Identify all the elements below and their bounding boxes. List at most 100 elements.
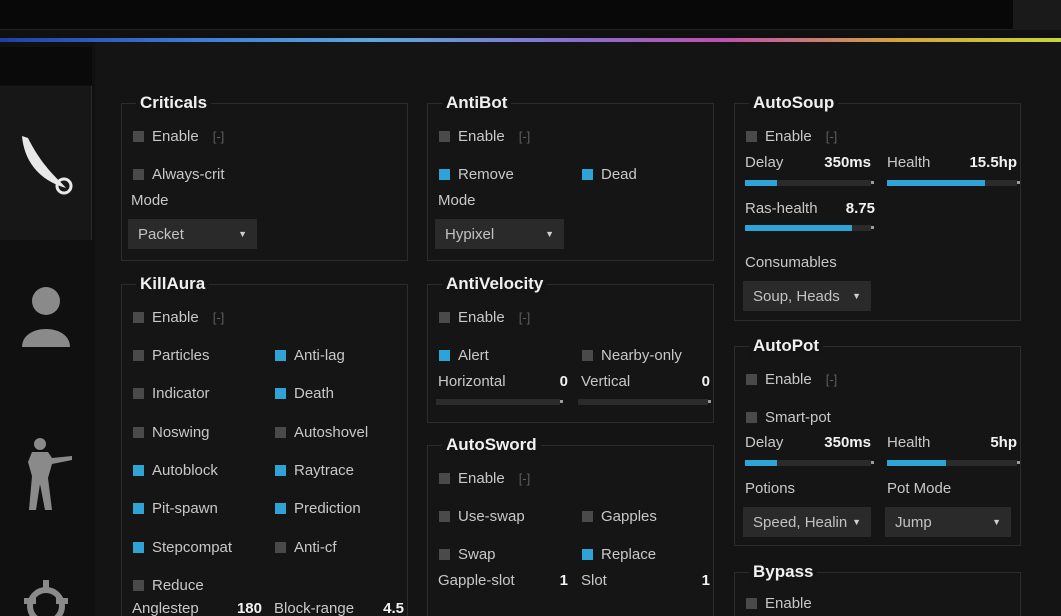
bypass-enable[interactable]: Enable (746, 595, 812, 612)
antibot-enable[interactable]: Enable [-] (439, 128, 530, 145)
option-label: Raytrace (294, 461, 355, 479)
soldier-icon[interactable] (0, 436, 92, 512)
checkbox[interactable] (133, 131, 144, 142)
checkbox[interactable] (439, 350, 450, 361)
checkbox[interactable] (133, 388, 144, 400)
autosoup-enable[interactable]: Enable [-] (746, 128, 837, 145)
antivelocity-alert[interactable]: Alert (439, 347, 489, 364)
checkbox[interactable] (439, 511, 450, 522)
keybind-label[interactable]: [-] (826, 372, 838, 387)
module-title: AntiBot (442, 93, 512, 113)
keybind-label[interactable]: [-] (213, 310, 225, 325)
checkbox[interactable] (746, 131, 757, 142)
option-pit-spawn[interactable]: Pit-spawn (133, 500, 218, 517)
checkbox[interactable] (439, 473, 450, 484)
checkbox[interactable] (746, 374, 757, 385)
option-anti-lag[interactable]: Anti-lag (275, 347, 345, 364)
option-death[interactable]: Death (275, 385, 334, 402)
keybind-label[interactable]: [-] (519, 471, 531, 486)
enable-label: Enable (152, 309, 199, 326)
checkbox[interactable] (439, 312, 450, 323)
antivelocity-enable[interactable]: Enable [-] (439, 309, 530, 326)
checkbox[interactable] (582, 511, 593, 522)
criticals-mode-select[interactable]: Packet ▼ (128, 219, 257, 249)
antivelocity-nearby-only[interactable]: Nearby-only (582, 347, 682, 364)
slot-label: Slot (581, 572, 607, 589)
option-stepcompat[interactable]: Stepcompat (133, 539, 232, 556)
checkbox[interactable] (133, 464, 144, 476)
criticals-enable[interactable]: Enable [-] (133, 128, 224, 145)
autopot-enable[interactable]: Enable [-] (746, 371, 837, 388)
killaura-enable[interactable]: Enable [-] (133, 309, 224, 326)
option-indicator[interactable]: Indicator (133, 385, 210, 402)
option-raytrace[interactable]: Raytrace (275, 462, 354, 479)
option-reduce[interactable]: Reduce (133, 577, 204, 594)
window-corner (1013, 0, 1061, 30)
option-autoblock[interactable]: Autoblock (133, 462, 218, 479)
potions-select[interactable]: Speed, Healin ▼ (743, 507, 871, 537)
user-icon[interactable] (0, 283, 92, 349)
checkbox[interactable] (275, 350, 286, 361)
checkbox[interactable] (746, 412, 757, 423)
checkbox[interactable] (275, 541, 286, 553)
slot-value: 1 (701, 572, 710, 589)
antibot-dead[interactable]: Dead (582, 166, 637, 183)
autopot-smart-pot[interactable]: Smart-pot (746, 409, 831, 426)
vertical-slider[interactable] (578, 399, 711, 405)
checkbox[interactable] (133, 169, 144, 180)
option-label: Anti-cf (294, 538, 337, 556)
autosword-replace[interactable]: Replace (582, 546, 656, 563)
checkbox[interactable] (133, 426, 144, 438)
health-slider[interactable] (887, 460, 1020, 466)
checkbox[interactable] (133, 350, 144, 361)
select-value: Jump (895, 513, 932, 531)
autosword-use-swap[interactable]: Use-swap (439, 508, 525, 525)
option-prediction[interactable]: Prediction (275, 500, 361, 517)
autosword-gapples[interactable]: Gapples (582, 508, 657, 525)
delay-slider[interactable] (745, 460, 874, 466)
horizontal-slider[interactable] (436, 399, 563, 405)
autosword-enable[interactable]: Enable [-] (439, 470, 530, 487)
option-anti-cf[interactable]: Anti-cf (275, 539, 337, 556)
option-autoshovel[interactable]: Autoshovel (275, 424, 368, 441)
health-slider[interactable] (887, 180, 1020, 186)
slider-fill (887, 460, 946, 466)
checkbox[interactable] (275, 426, 286, 438)
antivelocity-module: AntiVelocity Enable [-] Alert Nearby-only… (427, 274, 714, 423)
option-label: Particles (152, 347, 210, 364)
gear-icon[interactable] (0, 578, 92, 616)
delay-slider[interactable] (745, 180, 874, 186)
checkbox[interactable] (133, 541, 144, 553)
antibot-mode-select[interactable]: Hypixel ▼ (435, 219, 564, 249)
checkbox[interactable] (439, 131, 450, 142)
checkbox[interactable] (746, 598, 757, 609)
antibot-remove[interactable]: Remove (439, 166, 514, 183)
keybind-label[interactable]: [-] (213, 129, 225, 144)
autosword-swap[interactable]: Swap (439, 546, 496, 563)
checkbox[interactable] (582, 169, 593, 180)
checkbox[interactable] (439, 549, 450, 560)
checkbox[interactable] (275, 388, 286, 400)
checkbox[interactable] (133, 312, 144, 323)
checkbox[interactable] (439, 169, 450, 180)
keybind-label[interactable]: [-] (826, 129, 838, 144)
consumables-select[interactable]: Soup, Heads ▼ (743, 281, 871, 311)
knife-icon[interactable] (0, 130, 92, 200)
checkbox[interactable] (133, 503, 144, 515)
pot-mode-select[interactable]: Jump ▼ (885, 507, 1011, 537)
option-label: Anti-lag (294, 347, 345, 364)
checkbox[interactable] (582, 549, 593, 560)
option-noswing[interactable]: Noswing (133, 424, 210, 441)
checkbox[interactable] (133, 579, 144, 591)
option-particles[interactable]: Particles (133, 347, 210, 364)
replace-label: Replace (601, 546, 657, 563)
ras-health-slider[interactable] (745, 225, 874, 231)
use-swap-label: Use-swap (458, 508, 525, 525)
ras-health-label: Ras-health (745, 200, 818, 217)
checkbox[interactable] (275, 503, 286, 515)
checkbox[interactable] (582, 350, 593, 361)
keybind-label[interactable]: [-] (519, 310, 531, 325)
keybind-label[interactable]: [-] (519, 129, 531, 144)
checkbox[interactable] (275, 464, 286, 476)
criticals-always-crit[interactable]: Always-crit (133, 166, 225, 183)
